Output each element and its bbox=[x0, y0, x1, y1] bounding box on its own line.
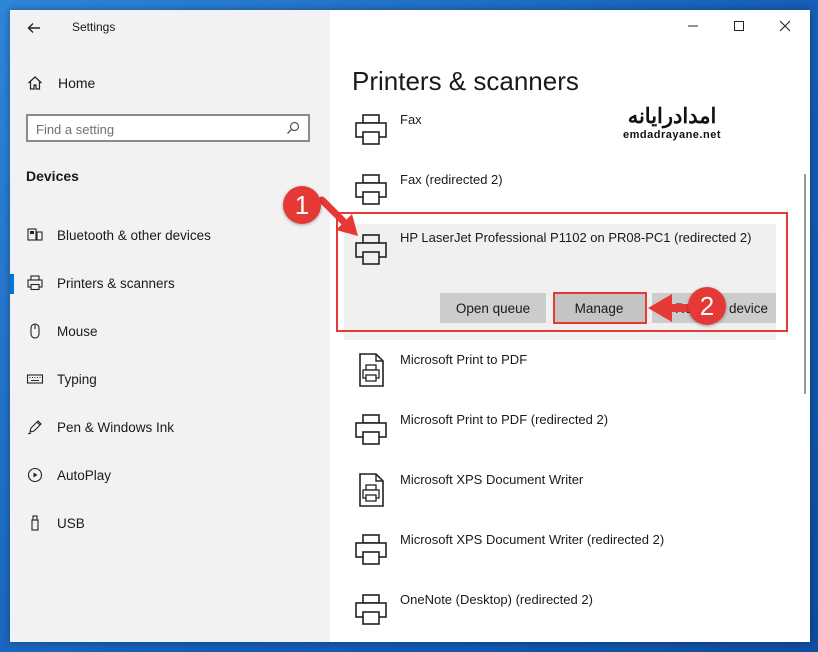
home-nav-item[interactable]: Home bbox=[26, 72, 95, 94]
printer-name: Microsoft XPS Document Writer bbox=[400, 472, 584, 487]
home-icon bbox=[28, 76, 42, 90]
printer-name: Microsoft Print to PDF bbox=[400, 352, 528, 367]
scrollbar[interactable] bbox=[802, 50, 808, 640]
printer-item-onenote[interactable]: OneNote (Desktop) (redirected 2) bbox=[350, 586, 790, 642]
minimize-button[interactable] bbox=[670, 10, 716, 42]
usb-icon bbox=[26, 514, 44, 532]
sidebar-item-label: USB bbox=[57, 515, 85, 531]
search-icon[interactable] bbox=[285, 120, 301, 136]
search-box[interactable] bbox=[26, 114, 310, 142]
sidebar-item-printers[interactable]: Printers & scanners bbox=[10, 265, 330, 301]
sidebar-item-label: Pen & Windows Ink bbox=[57, 419, 175, 435]
pdf-printer-icon bbox=[359, 353, 384, 387]
printer-name: Microsoft Print to PDF (redirected 2) bbox=[400, 412, 609, 427]
back-arrow-icon bbox=[27, 23, 40, 33]
sidebar-item-pen[interactable]: Pen & Windows Ink bbox=[10, 409, 330, 445]
printer-name: OneNote (Desktop) (redirected 2) bbox=[400, 592, 593, 607]
printer-icon bbox=[355, 534, 387, 565]
printer-name: Microsoft XPS Document Writer (redirecte… bbox=[400, 532, 665, 547]
annotation-arrow-1 bbox=[318, 196, 358, 236]
keyboard-icon bbox=[26, 370, 44, 388]
sidebar-item-label: Typing bbox=[57, 371, 97, 387]
printer-icon bbox=[26, 274, 44, 292]
printer-icon bbox=[355, 114, 387, 145]
app-title: Settings bbox=[72, 20, 116, 34]
printer-icon bbox=[355, 594, 387, 625]
mouse-icon bbox=[26, 322, 44, 340]
search-input[interactable] bbox=[36, 120, 276, 138]
annotation-step-1: 1 bbox=[283, 186, 321, 224]
maximize-button[interactable] bbox=[716, 10, 762, 42]
scrollbar-thumb[interactable] bbox=[804, 174, 806, 394]
section-title: Devices bbox=[26, 168, 79, 184]
printer-item-ms-print-pdf[interactable]: Microsoft Print to PDF bbox=[350, 346, 790, 404]
printer-icon bbox=[355, 414, 387, 445]
sidebar-item-bluetooth[interactable]: Bluetooth & other devices bbox=[10, 217, 330, 253]
close-icon bbox=[779, 20, 791, 32]
printer-item-ms-xps-redirected[interactable]: Microsoft XPS Document Writer (redirecte… bbox=[350, 526, 790, 584]
sidebar-item-label: Printers & scanners bbox=[57, 275, 175, 291]
minimize-icon bbox=[688, 25, 698, 27]
printer-name: Fax (redirected 2) bbox=[400, 172, 503, 187]
sidebar-item-usb[interactable]: USB bbox=[10, 505, 330, 541]
back-button[interactable] bbox=[22, 16, 46, 40]
pen-icon bbox=[26, 418, 44, 436]
sidebar-item-label: Bluetooth & other devices bbox=[57, 227, 211, 243]
watermark-text-en: emdadrayane.net bbox=[623, 129, 721, 141]
sidebar: Settings Home Devices Bluetooth & other … bbox=[10, 10, 330, 642]
xps-printer-icon bbox=[359, 473, 384, 507]
autoplay-icon bbox=[26, 466, 44, 484]
watermark-logo: امدادرایانه emdadrayane.net bbox=[612, 105, 732, 141]
sidebar-item-label: AutoPlay bbox=[57, 467, 112, 483]
close-button[interactable] bbox=[762, 10, 808, 42]
sidebar-item-label: Mouse bbox=[57, 323, 98, 339]
watermark-text-fa: امدادرایانه bbox=[627, 105, 717, 128]
printer-item-ms-print-pdf-redirected[interactable]: Microsoft Print to PDF (redirected 2) bbox=[350, 406, 790, 464]
maximize-icon bbox=[734, 21, 744, 31]
sidebar-item-autoplay[interactable]: AutoPlay bbox=[10, 457, 330, 493]
annotation-step-2: 2 bbox=[688, 287, 726, 325]
printer-item-ms-xps[interactable]: Microsoft XPS Document Writer bbox=[350, 466, 790, 524]
home-label: Home bbox=[58, 75, 96, 91]
sidebar-item-typing[interactable]: Typing bbox=[10, 361, 330, 397]
manage-button-highlight bbox=[553, 292, 647, 324]
printer-name: Fax bbox=[400, 112, 422, 127]
bluetooth-devices-icon bbox=[26, 226, 44, 244]
sidebar-item-mouse[interactable]: Mouse bbox=[10, 313, 330, 349]
page-title: Printers & scanners bbox=[352, 66, 579, 96]
